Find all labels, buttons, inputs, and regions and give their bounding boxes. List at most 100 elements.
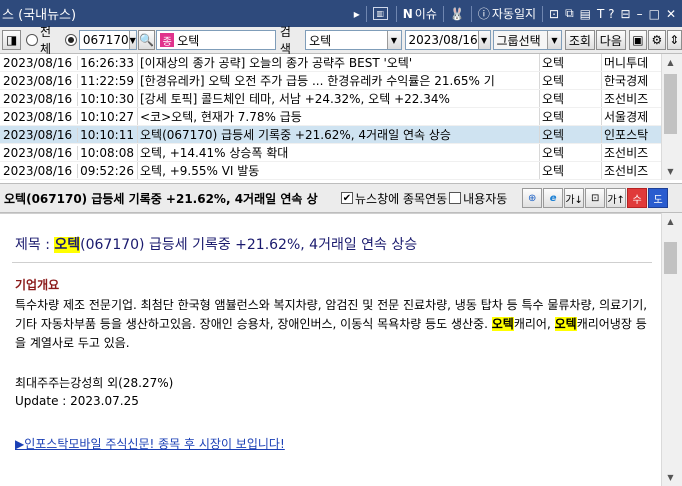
row-date: 2023/08/16 xyxy=(3,91,73,106)
search-toolbar: ◨ 전체 067170 ▼ 🔍 종 오텍 검색 오텍 ▼ 2023/08/16 … xyxy=(0,25,682,56)
date-field[interactable]: 2023/08/16 ▼ xyxy=(404,30,491,50)
table-row[interactable]: 2023/08/16 11:22:59 [한경유레카] 오텍 오전 주가 급등 ..… xyxy=(0,72,661,90)
table-row[interactable]: 2023/08/16 10:10:27 <코>오텍, 현재가 7.78% 급등 오텍 서… xyxy=(0,108,661,126)
scroll-down-icon[interactable]: ▼ xyxy=(662,163,679,180)
search-label: 검색 xyxy=(279,25,291,56)
row-title: [한경유레카] 오텍 오전 주가 급등 ... 한경유레카 수익률은 21.65… xyxy=(137,72,539,89)
row-stock: 오텍 xyxy=(539,54,601,71)
window-tile-icon[interactable]: ⊡ xyxy=(546,3,562,25)
auto-log-button[interactable]: ⓘ 자동일지 xyxy=(475,3,539,25)
scroll-down-icon[interactable]: ▼ xyxy=(662,469,679,486)
search-keyword-field[interactable]: 오텍 ▼ xyxy=(305,30,402,50)
scroll-up-icon[interactable]: ▲ xyxy=(662,54,679,71)
article-scrollbar[interactable]: ▲ ▼ xyxy=(661,213,682,486)
stock-code-field[interactable]: 067170 ▼ xyxy=(78,30,137,50)
row-stock: 오텍 xyxy=(539,126,601,143)
auto-content-label: 내용자동 xyxy=(463,191,508,206)
window-copy-icon[interactable]: ⧉ xyxy=(562,3,577,25)
query-button[interactable]: 조회 xyxy=(564,30,595,50)
scroll-thumb[interactable] xyxy=(664,74,677,134)
group-select[interactable]: 그룹선택 ▼ xyxy=(492,30,562,50)
row-date: 2023/08/16 xyxy=(3,145,73,160)
calendar-dropdown-icon[interactable]: ▼ xyxy=(477,31,490,49)
article-headline: 제목 : 오텍(067170) 급등세 기록중 +21.62%, 4거래일 연속… xyxy=(15,234,417,254)
row-stock: 오텍 xyxy=(539,72,601,89)
table-row[interactable]: 2023/08/16 16:26:33 [이재상의 종가 공략] 오늘의 종가 공략… xyxy=(0,54,661,72)
headline-rest: (067170) 급등세 기록중 +21.62%, 4거래일 연속 상승 xyxy=(80,237,418,253)
divider xyxy=(12,262,652,263)
table-row[interactable]: 2023/08/16 09:52:26 오텍, +9.55% VI 발동 오텍 조선비즈 xyxy=(0,162,661,180)
plus-button[interactable]: 수 xyxy=(627,188,648,208)
row-source: 조선비즈 xyxy=(601,144,661,161)
overview-highlight-2: 오텍 xyxy=(554,317,577,331)
row-title: 오텍(067170) 급등세 기록중 +21.62%, 4거래일 연속 상승 xyxy=(137,126,539,143)
headline-highlight: 오텍 xyxy=(54,237,81,253)
row-source: 한국경제 xyxy=(601,72,661,89)
maximize-icon[interactable]: □ xyxy=(646,3,663,25)
news-table: 2023/08/16 16:26:33 [이재상의 종가 공략] 오늘의 종가 공략… xyxy=(0,54,661,180)
scroll-up-icon[interactable]: ▲ xyxy=(662,213,679,230)
overview-part-b: 캐리어, xyxy=(513,317,555,331)
help-button[interactable]: T ? xyxy=(594,3,618,25)
row-date: 2023/08/16 xyxy=(3,127,73,142)
promo-link[interactable]: ▶인포스탁모바일 주식신문! 종목 후 시장이 보입니다! xyxy=(15,435,285,452)
table-row[interactable]: 2023/08/16 10:10:11 오텍(067170) 급등세 기록중 +21… xyxy=(0,126,661,144)
row-stock: 오텍 xyxy=(539,162,601,179)
row-date: 2023/08/16 xyxy=(3,163,73,178)
row-date: 2023/08/16 xyxy=(3,55,73,70)
update-date-text: Update : 2023.07.25 xyxy=(15,394,139,408)
layout-icon[interactable]: ▥ xyxy=(370,3,393,25)
scroll-toggle-icon[interactable]: ⇕ xyxy=(666,30,682,50)
chevron-down-icon[interactable]: ▼ xyxy=(128,31,136,49)
window-title: 스 (국내뉴스) xyxy=(2,8,77,23)
date-value: 2023/08/16 xyxy=(408,33,478,47)
settings-icon[interactable]: ⚙ xyxy=(648,30,666,50)
title-bar: 스 (국내뉴스) ▸ ▥ N 이슈 🐰 ⓘ 자동일지 ⊡ ⧉ ▤ T ? ⊟ – □… xyxy=(0,0,682,27)
scroll-thumb[interactable] xyxy=(664,242,677,274)
font-size-up-icon[interactable]: 가↑ xyxy=(606,188,627,208)
row-date: 2023/08/16 xyxy=(3,73,73,88)
close-icon[interactable]: ✕ xyxy=(663,3,682,25)
search-keyword-value: 오텍 xyxy=(309,33,332,48)
row-time: 10:10:27 xyxy=(77,109,137,124)
row-title: <코>오텍, 현재가 7.78% 급등 xyxy=(137,108,539,125)
headline-prefix: 제목 : xyxy=(15,237,55,253)
radio-code[interactable] xyxy=(65,34,77,46)
fit-window-icon[interactable]: ⊡ xyxy=(585,188,606,208)
row-title: [이재상의 종가 공략] 오늘의 종가 공략주 BEST '오텍' xyxy=(137,54,539,71)
news-issue-label: 이슈 xyxy=(414,7,437,21)
search-icon[interactable]: 🔍 xyxy=(137,30,156,50)
row-time: 16:26:33 xyxy=(77,55,137,70)
table-row[interactable]: 2023/08/16 10:10:30 [강세 토픽] 콜드체인 테마, 서남 +2… xyxy=(0,90,661,108)
minimize-icon[interactable]: – xyxy=(634,3,646,25)
browser-icon[interactable]: e xyxy=(543,188,564,208)
linked-app-icon[interactable]: 🐰 xyxy=(447,3,468,25)
pin-icon[interactable]: ⊟ xyxy=(618,3,634,25)
panel-toggle-icon[interactable]: ◨ xyxy=(2,30,22,50)
print-icon[interactable]: ▣ xyxy=(628,30,648,50)
font-size-down-icon[interactable]: 가↓ xyxy=(564,188,585,208)
auto-log-label: 자동일지 xyxy=(491,7,537,21)
link-checkbox[interactable]: ✔ xyxy=(341,192,353,204)
group-select-value: 그룹선택 xyxy=(496,33,541,48)
stock-badge: 종 xyxy=(160,33,175,48)
zoom-in-icon[interactable]: ⊕ xyxy=(522,188,543,208)
next-button[interactable]: 다음 xyxy=(595,30,626,50)
news-scrollbar[interactable]: ▲ ▼ xyxy=(661,54,682,180)
section-title: 기업개요 xyxy=(15,278,60,292)
arrow-right-icon[interactable]: ▸ xyxy=(351,3,363,25)
stock-name-value: 오텍 xyxy=(177,33,200,48)
major-shareholder-text: 최대주주는강성희 외(28.27%) xyxy=(15,376,174,390)
stock-name-field[interactable]: 종 오텍 xyxy=(156,30,276,50)
row-stock: 오텍 xyxy=(539,144,601,161)
chevron-down-icon[interactable]: ▼ xyxy=(386,31,401,49)
radio-all[interactable] xyxy=(26,34,38,46)
minus-button[interactable]: 도 xyxy=(648,188,669,208)
auto-content-checkbox[interactable] xyxy=(449,192,462,204)
table-row[interactable]: 2023/08/16 10:08:08 오텍, +14.41% 상승폭 확대 오텍 조선… xyxy=(0,144,661,162)
news-issue-button[interactable]: N 이슈 xyxy=(400,3,440,25)
row-time: 11:22:59 xyxy=(77,73,137,88)
chevron-down-icon[interactable]: ▼ xyxy=(546,31,561,49)
stock-code-value: 067170 xyxy=(82,33,129,47)
window-split-icon[interactable]: ▤ xyxy=(577,3,594,25)
